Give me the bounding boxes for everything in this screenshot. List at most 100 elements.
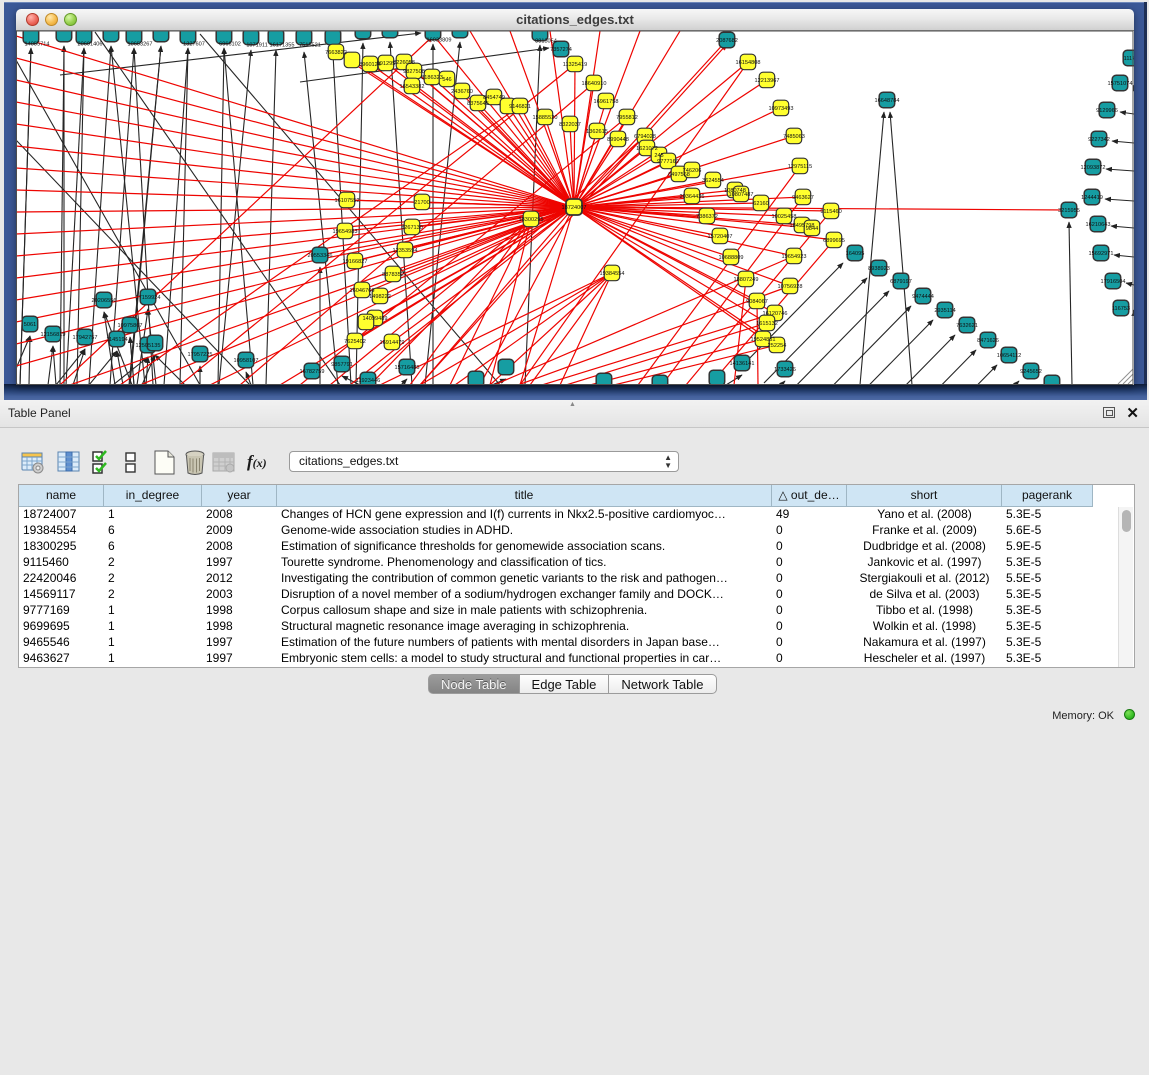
svg-text:20553346: 20553346 (308, 253, 333, 259)
svg-text:10654112: 10654112 (997, 353, 1021, 359)
svg-text:14055714: 14055714 (25, 42, 50, 48)
svg-text:8322037: 8322037 (559, 122, 581, 128)
svg-text:10958107: 10958107 (234, 358, 259, 364)
svg-text:17159924: 17159924 (136, 295, 161, 301)
svg-text:17916504: 17916504 (1101, 279, 1126, 285)
svg-text:14099489: 14099489 (363, 316, 388, 322)
svg-text:20364436: 20364436 (680, 194, 705, 200)
svg-text:9115460: 9115460 (820, 209, 841, 215)
svg-text:7663822: 7663822 (325, 50, 347, 56)
svg-text:16154808: 16154808 (736, 60, 761, 66)
svg-text:1362615: 1362615 (586, 129, 608, 135)
svg-text:15751074: 15751074 (1108, 81, 1133, 87)
svg-text:164095: 164095 (846, 251, 865, 257)
svg-text:6966102: 6966102 (219, 42, 241, 48)
svg-text:9844: 9844 (806, 226, 818, 232)
svg-text:7632621: 7632621 (956, 323, 978, 329)
svg-text:2436760: 2436760 (451, 89, 473, 95)
svg-text:18807249: 18807249 (734, 277, 759, 283)
svg-text:21700: 21700 (414, 200, 430, 206)
svg-text:10688809: 10688809 (719, 255, 744, 261)
svg-text:11172: 11172 (1124, 56, 1134, 62)
svg-text:8471626: 8471626 (977, 338, 999, 344)
svg-text:9146821: 9146821 (509, 104, 531, 110)
svg-text:1733426: 1733426 (774, 367, 796, 373)
svg-text:1498222: 1498222 (369, 294, 391, 300)
svg-text:15692971: 15692971 (1089, 251, 1114, 257)
svg-text:11325419: 11325419 (563, 62, 587, 68)
svg-text:18724007: 18724007 (562, 205, 587, 211)
svg-text:9857791: 9857791 (331, 362, 353, 368)
svg-text:15720407: 15720407 (708, 234, 733, 240)
svg-text:252254: 252254 (768, 343, 787, 349)
svg-text:16107552: 16107552 (335, 198, 360, 204)
svg-text:3215955: 3215955 (1058, 208, 1080, 214)
svg-text:12156819: 12156819 (41, 332, 66, 338)
svg-text:16171355: 16171355 (270, 43, 295, 49)
svg-text:16210643: 16210643 (1086, 222, 1111, 228)
svg-text:20691406: 20691406 (78, 42, 103, 48)
svg-text:8226058: 8226058 (393, 60, 415, 66)
svg-text:7485063: 7485063 (783, 134, 805, 140)
svg-text:1327607: 1327607 (183, 42, 205, 48)
svg-text:17957225: 17957225 (188, 352, 213, 358)
svg-text:1071911: 1071911 (246, 43, 267, 49)
svg-text:6794028: 6794028 (634, 134, 656, 140)
svg-text:2935114: 2935114 (934, 308, 955, 314)
svg-text:12093872: 12093872 (1081, 165, 1106, 171)
svg-text:19384554: 19384554 (600, 271, 625, 277)
svg-text:3267130: 3267130 (401, 225, 423, 231)
svg-text:62160: 62160 (753, 201, 769, 207)
svg-text:18640910: 18640910 (582, 81, 607, 87)
svg-text:7625402: 7625402 (344, 339, 366, 345)
svg-text:7386372: 7386372 (696, 214, 718, 220)
svg-text:17942757: 17942757 (73, 335, 98, 341)
svg-text:7515521: 7515521 (299, 43, 321, 49)
svg-text:8375645: 8375645 (467, 101, 489, 107)
svg-text:1615132: 1615132 (756, 321, 778, 327)
svg-text:16914479: 16914479 (380, 340, 405, 346)
svg-text:1244419: 1244419 (1081, 195, 1103, 201)
svg-text:8878352: 8878352 (382, 272, 404, 278)
svg-text:1145194: 1145194 (106, 337, 127, 343)
svg-text:18300295: 18300295 (519, 217, 544, 223)
svg-text:16543382: 16543382 (400, 84, 425, 90)
svg-text:6899695: 6899695 (823, 238, 845, 244)
svg-text:10973493: 10973493 (769, 106, 794, 112)
svg-text:6879197: 6879197 (890, 279, 912, 285)
svg-text:10807487: 10807487 (729, 192, 754, 198)
svg-text:9129966: 9129966 (1096, 108, 1118, 114)
svg-text:15716485: 15716485 (395, 365, 420, 371)
svg-text:16033809: 16033809 (427, 38, 452, 44)
svg-text:9084067: 9084067 (746, 299, 768, 305)
svg-text:20206556: 20206556 (92, 298, 117, 304)
svg-text:19654983: 19654983 (333, 229, 358, 235)
svg-text:116753: 116753 (1112, 306, 1130, 312)
svg-text:16782759: 16782759 (300, 369, 325, 375)
svg-text:8990448: 8990448 (607, 137, 629, 143)
svg-text:3624554: 3624554 (702, 178, 724, 184)
svg-text:16961758: 16961758 (594, 99, 619, 105)
svg-text:8454749: 8454749 (483, 95, 505, 101)
svg-text:19654923: 19654923 (782, 254, 807, 260)
svg-text:10025458: 10025458 (772, 214, 797, 220)
svg-text:10653267: 10653267 (128, 42, 153, 48)
svg-text:10756928: 10756928 (778, 284, 803, 290)
svg-text:7955812: 7955812 (616, 115, 638, 121)
svg-text:746206: 746206 (683, 168, 702, 174)
svg-text:19166827: 19166827 (343, 259, 368, 265)
svg-text:12505135: 12505135 (136, 343, 161, 349)
svg-text:11923446: 11923446 (356, 378, 380, 384)
svg-text:12353594: 12353594 (393, 248, 418, 254)
svg-text:9245652: 9245652 (1020, 369, 1042, 375)
svg-text:8813054: 8813054 (535, 39, 557, 45)
svg-text:15885520: 15885520 (533, 115, 558, 121)
svg-text:9474444: 9474444 (912, 294, 934, 300)
svg-text:16120746: 16120746 (763, 311, 788, 317)
svg-text:10975867: 10975867 (118, 323, 143, 329)
svg-text:7357274: 7357274 (550, 47, 572, 53)
svg-text:9777169: 9777169 (657, 159, 679, 165)
svg-text:14136141: 14136141 (730, 361, 755, 367)
svg-text:5061: 5061 (24, 322, 36, 328)
svg-text:546: 546 (442, 77, 451, 83)
